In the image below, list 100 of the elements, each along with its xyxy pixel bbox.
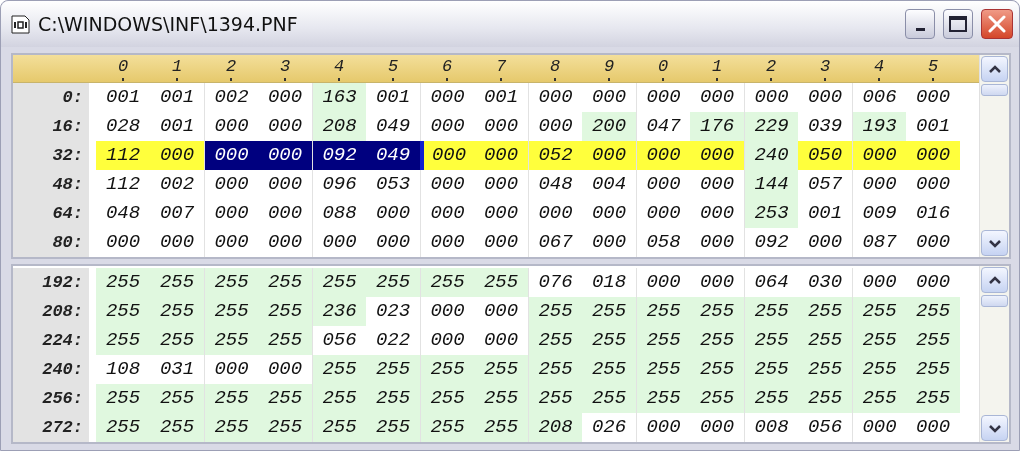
byte-cell: 000 (852, 141, 906, 170)
byte-cell: 163 (312, 83, 366, 112)
tick-mark (662, 78, 664, 81)
byte-cell: 255 (582, 326, 636, 355)
byte-cell: 255 (312, 355, 366, 384)
byte-cell: 255 (366, 384, 420, 413)
byte-cell: 000 (582, 141, 636, 170)
byte-cell: 000 (258, 141, 312, 170)
byte-cell: 240 (744, 141, 798, 170)
close-button[interactable] (981, 9, 1013, 39)
column-number: 3 (279, 58, 291, 76)
byte-cell: 255 (798, 384, 852, 413)
byte-cell: 255 (204, 413, 258, 442)
byte-cell: 253 (744, 199, 798, 228)
minimize-icon (915, 28, 925, 31)
tick-mark (122, 78, 124, 81)
maximize-icon (949, 16, 967, 32)
byte-cell: 255 (636, 355, 690, 384)
byte-cell: 255 (690, 384, 744, 413)
byte-cell: 255 (636, 384, 690, 413)
close-icon (988, 15, 1006, 33)
scroll-thumb[interactable] (981, 295, 1008, 307)
byte-cell: 255 (312, 384, 366, 413)
column-number: 4 (333, 58, 345, 76)
byte-cell: 000 (420, 141, 474, 170)
byte-cell: 255 (420, 413, 474, 442)
byte-cell: 255 (852, 384, 906, 413)
byte-cell: 208 (528, 413, 582, 442)
byte-cell: 255 (474, 384, 528, 413)
byte-cell: 193 (852, 112, 906, 141)
maximize-button[interactable] (943, 9, 973, 39)
column-number: 2 (225, 58, 237, 76)
offset-label: 80: (13, 228, 89, 257)
offset-label: 208: (13, 297, 89, 326)
offset-label: 192: (13, 268, 89, 297)
column-number: 0 (117, 58, 129, 76)
byte-cell: 255 (366, 355, 420, 384)
scroll-up-button[interactable] (981, 56, 1008, 82)
byte-cell: 255 (96, 413, 150, 442)
byte-cell: 255 (906, 297, 960, 326)
byte-cell: 255 (420, 355, 474, 384)
byte-cell: 255 (744, 384, 798, 413)
offset-label: 64: (13, 199, 89, 228)
byte-cell: 255 (636, 326, 690, 355)
column-number: 2 (765, 58, 777, 76)
byte-cell: 255 (258, 326, 312, 355)
byte-cell: 255 (420, 268, 474, 297)
tick-mark (716, 78, 718, 81)
byte-cell: 255 (204, 268, 258, 297)
column-number: 4 (873, 58, 885, 76)
byte-cell: 255 (258, 413, 312, 442)
file-icon (11, 14, 30, 34)
tick-mark (338, 78, 340, 81)
byte-cell: 000 (636, 141, 690, 170)
offset-label: 224: (13, 326, 89, 355)
tick-mark (284, 78, 286, 81)
byte-cell: 255 (690, 326, 744, 355)
byte-cell: 255 (906, 384, 960, 413)
byte-cell: 092 (312, 141, 366, 170)
byte-cell: 255 (582, 297, 636, 326)
byte-cell: 255 (420, 384, 474, 413)
byte-cell: 255 (690, 355, 744, 384)
byte-cell: 255 (96, 326, 150, 355)
byte-cell: 000 (474, 141, 528, 170)
byte-cell: 176 (690, 112, 744, 141)
byte-cell: 255 (474, 355, 528, 384)
column-number: 5 (387, 58, 399, 76)
scroll-down-button[interactable] (981, 230, 1008, 256)
window-title: C:\WINDOWS\INF\1394.PNF (38, 11, 299, 37)
byte-cell: 255 (528, 297, 582, 326)
minimize-button[interactable] (905, 9, 935, 39)
offset-label: 0: (13, 83, 89, 112)
byte-cell: 000 (690, 141, 744, 170)
tick-mark (446, 78, 448, 81)
column-number: 1 (711, 58, 723, 76)
tick-mark (932, 78, 934, 81)
byte-cell: 000 (204, 141, 258, 170)
offset-label: 16: (13, 112, 89, 141)
byte-cell: 255 (474, 413, 528, 442)
offset-label: 240: (13, 355, 89, 384)
byte-cell: 255 (258, 297, 312, 326)
tick-mark (230, 78, 232, 81)
byte-cell: 255 (150, 413, 204, 442)
byte-cell: 255 (528, 355, 582, 384)
column-number: 3 (819, 58, 831, 76)
byte-cell: 052 (528, 141, 582, 170)
scroll-up-button[interactable] (981, 267, 1008, 293)
byte-cell: 255 (150, 268, 204, 297)
byte-cell: 049 (366, 141, 420, 170)
offset-label: 256: (13, 384, 89, 413)
tick-mark (554, 78, 556, 81)
byte-cell: 236 (312, 297, 366, 326)
tick-mark (770, 78, 772, 81)
byte-cell: 255 (150, 384, 204, 413)
scroll-down-button[interactable] (981, 415, 1008, 441)
offset-label: 48: (13, 170, 89, 199)
column-number: 9 (603, 58, 615, 76)
scroll-thumb[interactable] (981, 84, 1008, 96)
byte-cell: 255 (528, 384, 582, 413)
tick-mark (824, 78, 826, 81)
